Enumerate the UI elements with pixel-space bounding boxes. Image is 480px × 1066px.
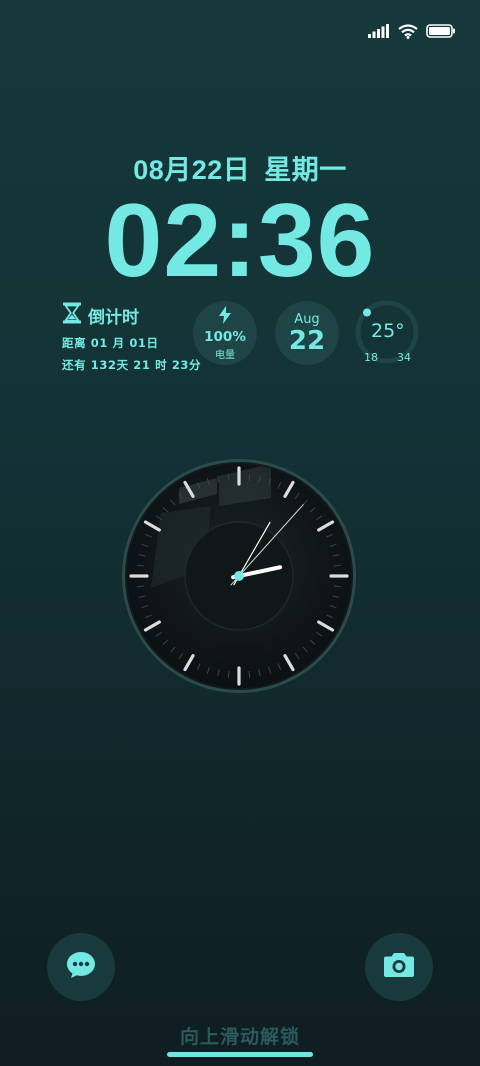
minute-tick	[137, 564, 145, 567]
battery-widget[interactable]: 100% 电量	[193, 301, 257, 365]
date-widget-day: 22	[288, 325, 326, 356]
weather-temp: 25°	[371, 320, 405, 342]
minute-tick	[227, 670, 230, 678]
date-text: 08月22日	[133, 155, 251, 185]
lockscreen-date: 08月22日 星期一	[0, 148, 480, 187]
minute-tick	[333, 564, 341, 567]
countdown-header: 倒计时	[62, 302, 201, 329]
minute-tick	[333, 585, 341, 588]
status-bar	[368, 20, 456, 42]
weather-high: 34	[397, 351, 411, 364]
weather-low: 18	[364, 351, 378, 364]
message-button[interactable]	[47, 933, 115, 1001]
battery-label: 电量	[215, 349, 235, 361]
minute-tick	[248, 670, 251, 678]
weather-widget[interactable]: 25° 18 34	[355, 300, 419, 364]
message-icon	[66, 951, 96, 983]
weekday-text: 星期一	[264, 155, 347, 185]
countdown-target: 距离 01 月 01日	[62, 336, 159, 350]
lightning-icon	[219, 305, 231, 328]
date-widget-month: Aug	[294, 311, 320, 327]
signal-icon	[368, 24, 390, 38]
camera-button[interactable]	[365, 933, 433, 1001]
lockscreen-time: 02:36	[104, 183, 376, 299]
home-indicator[interactable]	[167, 1052, 313, 1057]
minute-tick	[227, 474, 230, 482]
minute-tick	[248, 474, 251, 482]
analog-clock	[121, 458, 357, 694]
wifi-icon	[398, 23, 418, 39]
clock-center-cap	[234, 571, 244, 581]
unlock-hint: 向上滑动解锁	[179, 1026, 300, 1048]
minute-tick	[137, 585, 145, 588]
camera-icon	[383, 952, 415, 982]
hourglass-icon	[62, 302, 82, 329]
date-widget[interactable]: Aug 22	[275, 301, 339, 365]
countdown-remaining: 还有 132天 21 时 23分	[62, 358, 202, 372]
battery-percent: 100%	[204, 328, 246, 345]
countdown-widget[interactable]: 倒计时 距离 01 月 01日 还有 132天 21 时 23分	[62, 302, 201, 373]
battery-icon	[426, 24, 456, 38]
countdown-title: 倒计时	[88, 308, 139, 328]
